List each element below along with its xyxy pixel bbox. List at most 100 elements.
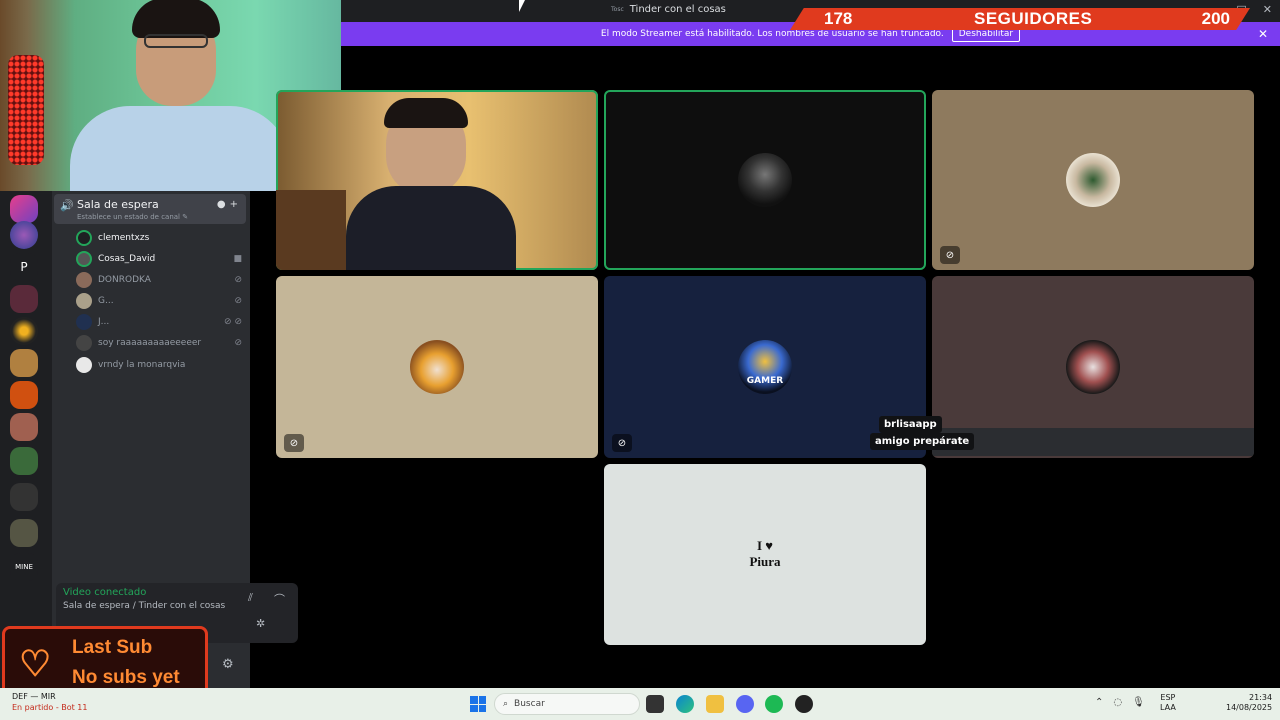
channel-status-link[interactable]: Establece un estado de canal ✎ [77,213,188,221]
server-icon-mine[interactable]: MINE [10,553,38,581]
server-icon[interactable] [10,349,38,377]
server-folder-icon[interactable] [10,447,38,475]
voice-member[interactable]: vrndy la monarqvia [76,355,242,375]
avatar [76,293,92,309]
gear-icon[interactable]: ⚙ [222,657,234,672]
video-tile[interactable]: I ♥ Piura [604,464,926,645]
muted-deafened-icons: ⊘ ⊘ [224,317,242,327]
server-icon[interactable] [10,381,38,409]
game-status: En partido - Bot 11 [12,703,88,712]
participant-avatar [1066,340,1120,394]
window-small-label: Tosc [611,6,624,13]
voice-channel-name: Sala de espera [77,198,159,211]
taskbar-clock[interactable]: 21:34 14/08/2025 [1226,693,1272,713]
mic-muted-icon: ⊘ [234,338,242,348]
video-tile[interactable]: GAMER ⊘ [604,276,926,458]
network-icon[interactable]: ◌ [1113,697,1122,708]
gamer-avatar: GAMER [738,340,792,394]
video-tile[interactable]: ⊘ [276,276,598,458]
voice-channel-header[interactable]: 🔊 Sala de espera Establece un estado de … [54,194,246,224]
file-explorer-icon[interactable] [706,695,724,713]
video-tile[interactable] [276,90,598,270]
member-name: soy raaaaaaaaaeeeeer [98,338,202,348]
follower-label: SEGUIDORES [974,9,1093,28]
server-icon[interactable] [10,317,38,345]
avatar [76,230,92,246]
discord-icon[interactable] [736,695,754,713]
i-love-piura-avatar: I ♥ Piura [742,538,788,572]
server-folder-icon[interactable] [10,519,38,547]
mic-muted-icon: ⊘ [234,296,242,306]
voice-member[interactable]: soy raaaaaaaaaeeeeer ⊘ [76,333,242,353]
chevron-up-icon[interactable]: ⌃ [1095,697,1103,708]
add-user-icon[interactable]: + [230,199,238,210]
avatar [76,314,92,330]
server-icon[interactable] [10,285,38,313]
close-banner-icon[interactable]: ✕ [1258,27,1268,41]
obs-icon[interactable] [795,695,813,713]
keyboard-layout: LAA [1160,703,1176,712]
system-tray: ⌃ ◌ 🎙 [1095,697,1145,708]
avatar [76,251,92,267]
edge-icon[interactable] [676,695,694,713]
screen: Tosc Tinder con el cosas — □ ✕ El modo S… [0,0,1280,720]
server-folder-icon[interactable] [10,483,38,511]
member-name: Cosas_David [98,254,156,264]
search-placeholder: Buscar [514,699,545,709]
chat-caption-username: brlisaapp [879,416,942,433]
voice-location[interactable]: Sala de espera / Tinder con el cosas [63,601,225,611]
window-title: Tosc Tinder con el cosas [611,4,726,15]
voice-member[interactable]: G... ⊘ [76,291,242,311]
channel-sidebar: 🔊 Sala de espera Establece un estado de … [52,191,298,688]
task-view-icon[interactable] [646,695,664,713]
server-list: P MINE [0,191,52,688]
taskbar-search[interactable]: ⌕ Buscar [494,693,640,715]
avatar [76,272,92,288]
speaker-icon: 🔊 [60,199,74,212]
heart-icon: ♡ [19,643,52,684]
member-name: clementxzs [98,233,150,243]
voice-member[interactable]: Cosas_David ■ [76,249,242,269]
video-tile[interactable] [604,90,926,270]
mic-muted-icon: ⊘ [284,434,304,452]
avatar [76,357,92,373]
mouse-cursor [519,0,525,12]
banner-text: El modo Streamer está habilitado. Los no… [600,29,944,39]
chat-icon[interactable]: ● [217,199,226,210]
deafened-icon: ⊘ [612,434,632,452]
avatar-line-1: I ♥ [756,538,774,553]
spotify-icon[interactable] [765,695,783,713]
voice-member[interactable]: DONRODKA ⊘ [76,270,242,290]
member-name: DONRODKA [98,275,151,285]
clock-date: 14/08/2025 [1226,703,1273,712]
participant-avatar [738,153,792,207]
last-sub-value: No subs yet [72,667,180,688]
activity-icon[interactable]: ✲ [256,617,265,630]
participant-avatar [1066,153,1120,207]
language-indicator[interactable]: ESP LAA [1160,693,1176,713]
windows-start-icon[interactable] [470,696,486,712]
mic-muted-icon: ⊘ [234,275,242,285]
server-icon[interactable] [10,195,38,223]
camera-icon: ■ [233,254,242,264]
server-icon-p[interactable]: P [10,253,38,281]
member-name: G... [98,296,114,306]
mic-muted-icon: ⊘ [940,246,960,264]
game-widget[interactable]: DEF — MIR En partido - Bot 11 [12,692,87,712]
chat-caption-message: amigo prepárate [870,433,975,450]
member-name: J... [98,317,110,327]
server-icon[interactable] [10,413,38,441]
microphone-icon[interactable]: 🎙 [1132,697,1145,708]
disconnect-icon[interactable]: ⌒ [274,591,285,607]
noise-suppression-icon[interactable]: ⫽ [248,591,253,605]
close-window-icon[interactable]: ✕ [1263,3,1272,16]
server-icon[interactable] [10,221,38,249]
video-tile[interactable] [932,276,1254,458]
window-title-text: Tinder con el cosas [629,4,726,15]
video-tile[interactable]: ⊘ [932,90,1254,270]
participant-avatar [410,340,464,394]
voice-member[interactable]: J... ⊘ ⊘ [76,312,242,332]
voice-member[interactable]: clementxzs [76,228,242,248]
language-code: ESP [1160,693,1176,702]
follower-goal-overlay: 178 SEGUIDORES 200 [790,8,1250,30]
